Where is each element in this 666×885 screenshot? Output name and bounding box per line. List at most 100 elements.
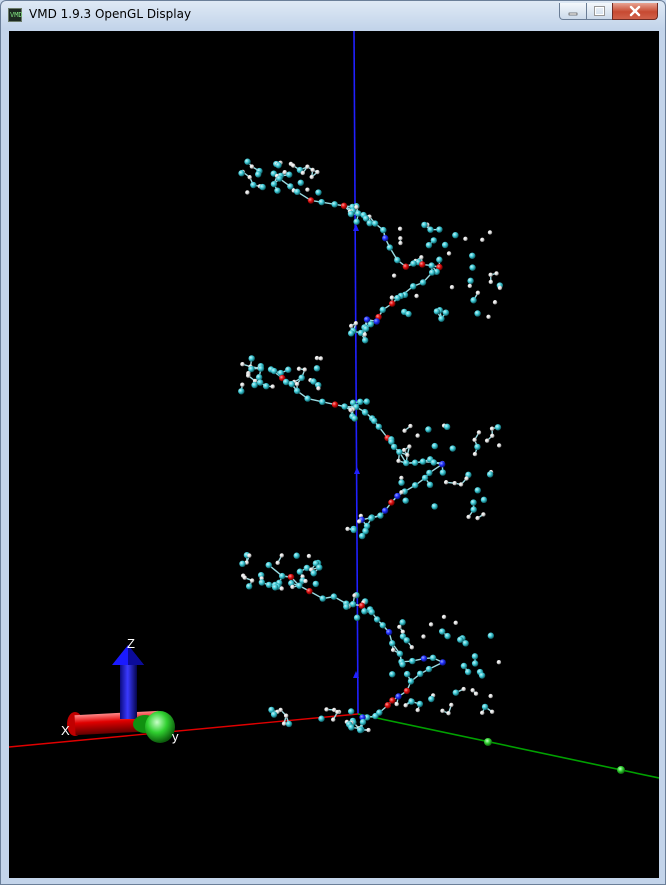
atom-carbon xyxy=(409,657,416,665)
scene-z-axis-tick xyxy=(353,224,359,231)
atom-oxygen xyxy=(287,573,295,581)
atom-hydrogen xyxy=(415,707,420,713)
atom-hydrogen xyxy=(480,237,485,243)
atom-hydrogen xyxy=(306,553,312,559)
atom-carbon xyxy=(274,187,281,194)
atom-oxygen xyxy=(419,261,426,268)
atom-carbon xyxy=(379,622,386,629)
atom-hydrogen xyxy=(488,279,494,285)
atom-carbon xyxy=(265,581,273,589)
atom-hydrogen xyxy=(449,285,455,290)
atom-carbon xyxy=(276,175,283,182)
scene-y-axis-line xyxy=(357,713,659,779)
atom-hydrogen xyxy=(428,622,434,627)
atom-carbon xyxy=(425,241,433,249)
atom-carbon xyxy=(285,720,293,728)
atom-carbon xyxy=(265,561,272,569)
atom-carbon xyxy=(316,564,323,571)
atom-nitrogen xyxy=(373,318,380,325)
atom-oxygen xyxy=(389,697,396,704)
atom-carbon xyxy=(430,237,437,244)
atom-hydrogen xyxy=(279,586,284,591)
atom-carbon xyxy=(361,409,369,416)
atom-hydrogen xyxy=(486,314,491,319)
atom-carbon xyxy=(460,662,468,670)
opengl-display-viewport[interactable]: X y Z xyxy=(9,31,659,878)
atom-carbon xyxy=(399,619,406,626)
atom-carbon xyxy=(396,448,403,456)
atom-hydrogen xyxy=(315,169,320,175)
minimize-button[interactable] xyxy=(559,3,587,20)
atom-carbon xyxy=(358,532,366,540)
atom-hydrogen xyxy=(345,526,350,532)
maximize-button[interactable] xyxy=(586,3,613,20)
atom-oxygen xyxy=(388,499,395,506)
atom-carbon xyxy=(438,315,445,322)
atom-carbon xyxy=(348,724,355,731)
atom-hydrogen xyxy=(352,593,357,598)
atom-hydrogen xyxy=(314,355,320,361)
atom-carbon xyxy=(297,179,304,186)
atom-hydrogen xyxy=(302,367,307,372)
atom-carbon xyxy=(353,218,360,225)
atom-oxygen xyxy=(307,197,315,204)
atom-carbon xyxy=(419,458,427,465)
atom-carbon xyxy=(341,403,348,410)
atom-carbon xyxy=(416,670,424,678)
atom-carbon xyxy=(402,459,410,467)
atom-hydrogen xyxy=(466,514,471,520)
vmd-app-icon[interactable]: VMD xyxy=(8,8,23,22)
atom-hydrogen xyxy=(403,703,408,708)
atom-carbon xyxy=(467,277,474,285)
atom-nitrogen xyxy=(385,629,393,636)
atom-carbon xyxy=(416,700,424,708)
atom-carbon xyxy=(313,365,321,372)
y-axis-arrow-head xyxy=(145,711,175,743)
atom-hydrogen xyxy=(324,707,329,712)
atom-carbon xyxy=(275,162,282,169)
scene-z-axis-tick xyxy=(354,467,360,474)
atom-hydrogen xyxy=(303,578,308,584)
atom-carbon xyxy=(438,628,446,635)
atom-hydrogen xyxy=(496,659,502,665)
atom-carbon xyxy=(258,579,266,586)
atom-hydrogen xyxy=(488,272,493,278)
atom-carbon xyxy=(351,415,358,422)
atom-carbon xyxy=(474,487,481,494)
atom-carbon xyxy=(259,183,266,191)
atom-carbon xyxy=(481,703,489,711)
atom-carbon xyxy=(375,423,383,430)
atom-carbon xyxy=(443,423,451,431)
atom-carbon xyxy=(389,671,396,678)
close-button[interactable] xyxy=(612,3,658,20)
atom-carbon xyxy=(425,665,433,673)
atom-carbon xyxy=(428,695,435,703)
atom-hydrogen xyxy=(270,384,275,389)
atom-nitrogen xyxy=(394,492,401,500)
atom-carbon xyxy=(377,512,384,519)
title-bar[interactable]: VMD VMD 1.9.3 OpenGL Display xyxy=(1,1,665,30)
helical-molecule[interactable] xyxy=(238,158,504,734)
atom-carbon xyxy=(298,374,305,382)
window-title: VMD 1.9.3 OpenGL Display xyxy=(29,7,192,21)
atom-hydrogen xyxy=(414,293,419,299)
atom-carbon xyxy=(431,503,438,510)
molecular-scene[interactable]: X y Z xyxy=(9,31,659,878)
atom-carbon xyxy=(386,244,394,251)
atom-hydrogen xyxy=(464,476,469,481)
atom-carbon xyxy=(494,424,502,431)
atom-carbon xyxy=(410,260,417,267)
atom-hydrogen xyxy=(279,553,284,558)
atom-carbon xyxy=(271,584,279,591)
atom-hydrogen xyxy=(246,373,251,378)
atom-carbon xyxy=(285,366,292,373)
atom-hydrogen xyxy=(472,437,477,443)
y-axis-label: y xyxy=(172,729,179,744)
atom-carbon xyxy=(318,198,325,206)
atom-carbon xyxy=(288,380,295,388)
atom-carbon xyxy=(470,297,477,304)
atom-carbon xyxy=(452,231,459,239)
atom-hydrogen xyxy=(481,512,486,517)
atom-carbon xyxy=(367,321,375,328)
atom-carbon xyxy=(347,210,355,218)
